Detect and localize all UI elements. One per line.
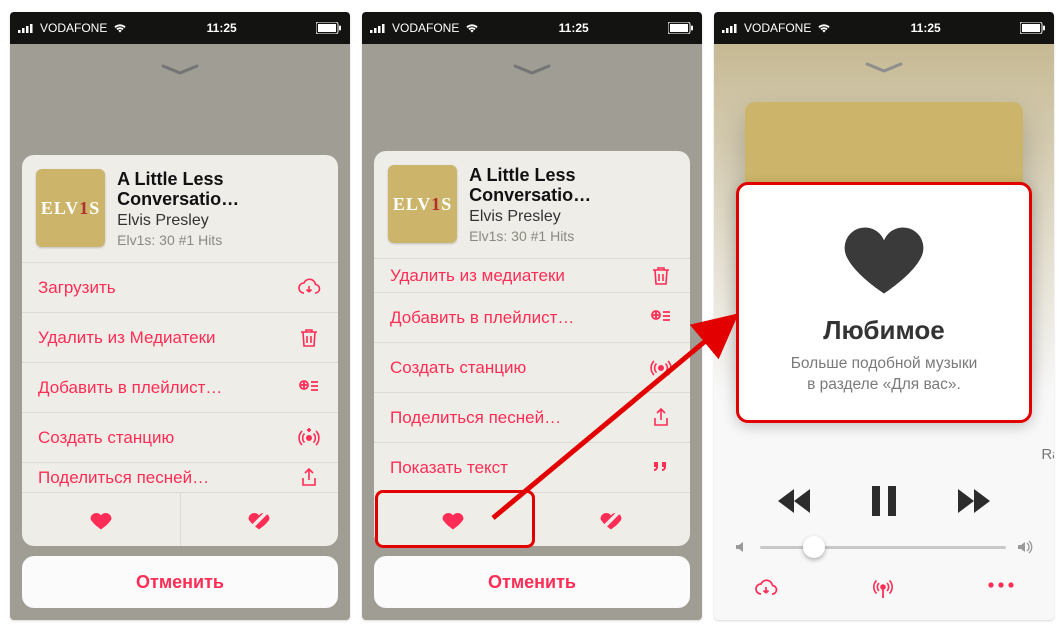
volume-high-icon	[1016, 539, 1034, 555]
favorite-confirmation: Любимое Больше подобной музыкив разделе …	[736, 182, 1032, 423]
share-icon	[296, 465, 322, 491]
rewind-button[interactable]	[776, 487, 816, 520]
grabber-icon[interactable]	[865, 62, 903, 74]
song-album: Elv1s: 30 #1 Hits	[469, 228, 676, 244]
dislike-button[interactable]	[532, 493, 691, 546]
time-label: 11:25	[911, 21, 941, 35]
heart-slash-icon	[245, 506, 273, 534]
station-icon	[648, 355, 674, 381]
trash-icon	[648, 263, 674, 289]
menu-create-station[interactable]: Создать станцию	[22, 412, 338, 462]
download-cloud-icon	[296, 275, 322, 301]
battery-icon	[668, 22, 694, 34]
volume-low-icon	[734, 539, 750, 555]
battery-icon	[316, 22, 342, 34]
menu-add-playlist[interactable]: Добавить в плейлист…	[374, 292, 690, 342]
download-button[interactable]	[752, 577, 780, 606]
song-album: Elv1s: 30 #1 Hits	[117, 232, 324, 248]
song-title: A Little Less Conversatio…	[469, 165, 676, 206]
song-artist: Elvis Presley	[117, 212, 324, 230]
lyrics-quote-icon	[648, 455, 674, 481]
status-bar: VODAFONE 11:25	[10, 12, 350, 44]
menu-add-playlist[interactable]: Добавить в плейлист…	[22, 362, 338, 412]
heart-icon	[439, 506, 467, 534]
signal-icon	[370, 23, 386, 33]
pause-button[interactable]	[870, 486, 898, 521]
heart-slash-icon	[597, 506, 625, 534]
screen-3-now-playing: VODAFONE 11:25 Любимое Больше подобной м…	[714, 12, 1054, 620]
menu-create-station[interactable]: Создать станцию	[374, 342, 690, 392]
menu-delete-library[interactable]: Удалить из Медиатеки	[22, 312, 338, 362]
trash-icon	[296, 325, 322, 351]
album-art: ELV1S	[36, 169, 105, 247]
carrier-label: VODAFONE	[392, 21, 459, 35]
time-label: 11:25	[559, 21, 589, 35]
time-label: 11:25	[207, 21, 237, 35]
signal-icon	[18, 23, 34, 33]
wifi-icon	[113, 23, 127, 33]
menu-show-lyrics[interactable]: Показать текст	[374, 442, 690, 492]
cancel-button[interactable]: Отменить	[374, 556, 690, 608]
action-sheet: ELV1S A Little Less Conversatio… Elvis P…	[22, 155, 338, 608]
more-button[interactable]	[986, 577, 1016, 606]
volume-thumb[interactable]	[803, 536, 825, 558]
add-playlist-icon	[648, 305, 674, 331]
love-button[interactable]	[374, 493, 532, 546]
add-playlist-icon	[296, 375, 322, 401]
battery-icon	[1020, 22, 1046, 34]
status-bar: VODAFONE 11:25	[714, 12, 1054, 44]
airplay-button[interactable]	[870, 577, 896, 606]
wifi-icon	[465, 23, 479, 33]
song-artist: Elvis Presley	[469, 208, 676, 226]
carrier-label: VODAFONE	[40, 21, 107, 35]
forward-button[interactable]	[952, 487, 992, 520]
share-icon	[648, 405, 674, 431]
menu-share-song[interactable]: Поделиться песней…	[374, 392, 690, 442]
volume-slider[interactable]	[734, 539, 1034, 555]
screen-2-action-sheet-scrolled: VODAFONE 11:25 ELV1S A Little Less Conve…	[362, 12, 702, 620]
song-title: A Little Less Conversatio…	[117, 169, 324, 210]
favorite-title: Любимое	[757, 315, 1011, 346]
signal-icon	[722, 23, 738, 33]
favorite-desc: Больше подобной музыкив разделе «Для вас…	[757, 354, 1011, 396]
love-button[interactable]	[22, 493, 180, 546]
carrier-label: VODAFONE	[744, 21, 811, 35]
heart-icon	[87, 506, 115, 534]
status-bar: VODAFONE 11:25	[362, 12, 702, 44]
rac-hint: Rac	[1041, 446, 1054, 463]
song-header: ELV1S A Little Less Conversatio… Elvis P…	[22, 155, 338, 262]
menu-share-partial[interactable]: Поделиться песней…	[22, 462, 338, 492]
action-sheet: ELV1S A Little Less Conversatio… Elvis P…	[374, 151, 690, 608]
dislike-button[interactable]	[180, 493, 339, 546]
heart-icon	[840, 219, 928, 297]
menu-download[interactable]: Загрузить	[22, 262, 338, 312]
menu-delete-library[interactable]: Удалить из медиатеки	[374, 258, 690, 292]
cancel-button[interactable]: Отменить	[22, 556, 338, 608]
screen-1-action-sheet: VODAFONE 11:25 ELV1S A Little Less Conve…	[10, 12, 350, 620]
station-icon	[296, 425, 322, 451]
album-art: ELV1S	[388, 165, 457, 243]
wifi-icon	[817, 23, 831, 33]
song-header: ELV1S A Little Less Conversatio… Elvis P…	[374, 151, 690, 258]
